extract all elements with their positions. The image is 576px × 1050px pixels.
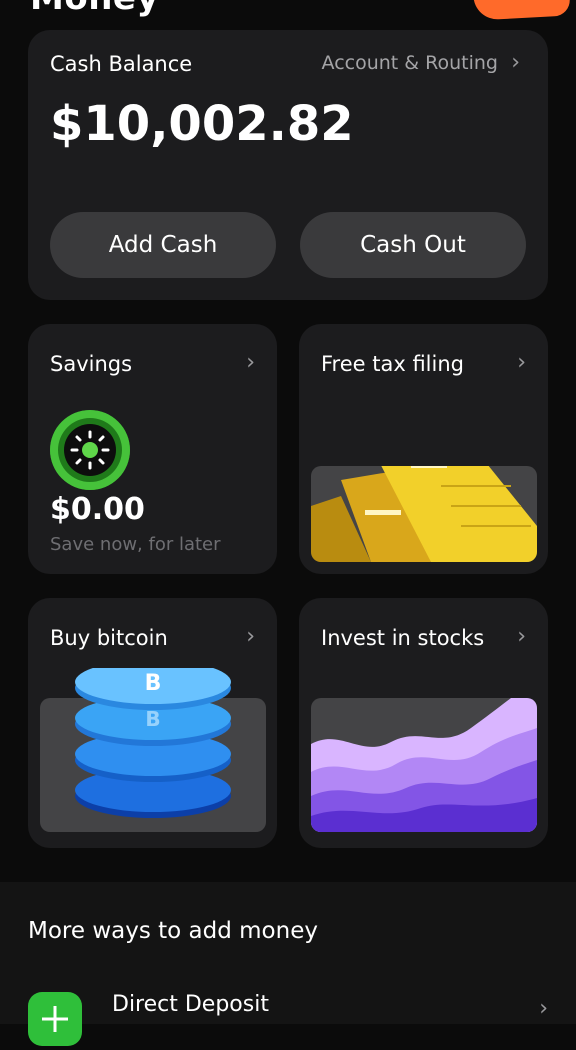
bitcoin-illustration: B B [40,668,266,832]
balance-amount: $10,002.82 [50,96,354,152]
savings-sun-icon [50,410,130,490]
chevron-right-icon: › [517,350,526,375]
free-tax-filing-tile[interactable]: Free tax filing › [299,324,548,574]
tax-illustration [311,466,537,562]
savings-tile[interactable]: Savings › $0.00 Save now, for later [28,324,277,574]
cash-balance-card: Cash Balance Account & Routing › $10,002… [28,30,548,300]
add-cash-button[interactable]: Add Cash [50,212,276,278]
savings-amount: $0.00 [50,492,145,527]
plus-icon [28,992,82,1046]
page-title: Money [30,0,159,18]
buy-bitcoin-tile[interactable]: Buy bitcoin › B B [28,598,277,848]
chevron-right-icon[interactable]: › [511,50,520,75]
bitcoin-title: Buy bitcoin [50,626,168,650]
avatar[interactable] [473,0,571,21]
chevron-right-icon: › [517,624,526,649]
chevron-right-icon[interactable]: › [539,996,548,1021]
cash-out-button[interactable]: Cash Out [300,212,526,278]
chevron-right-icon: › [246,350,255,375]
stocks-illustration [311,698,537,832]
savings-subtitle: Save now, for later [50,534,221,555]
more-ways-title: More ways to add money [28,918,318,944]
invest-in-stocks-tile[interactable]: Invest in stocks › [299,598,548,848]
svg-text:B: B [145,671,162,696]
account-routing-link[interactable]: Account & Routing [322,52,498,74]
savings-title: Savings [50,352,133,376]
direct-deposit-item[interactable]: Direct Deposit [112,992,269,1017]
more-ways-section: More ways to add money Direct Deposit › [0,882,576,1046]
svg-text:B: B [145,707,160,731]
chevron-right-icon: › [246,624,255,649]
cash-balance-label: Cash Balance [50,52,193,76]
tax-title: Free tax filing [321,352,464,376]
stocks-title: Invest in stocks [321,626,485,650]
